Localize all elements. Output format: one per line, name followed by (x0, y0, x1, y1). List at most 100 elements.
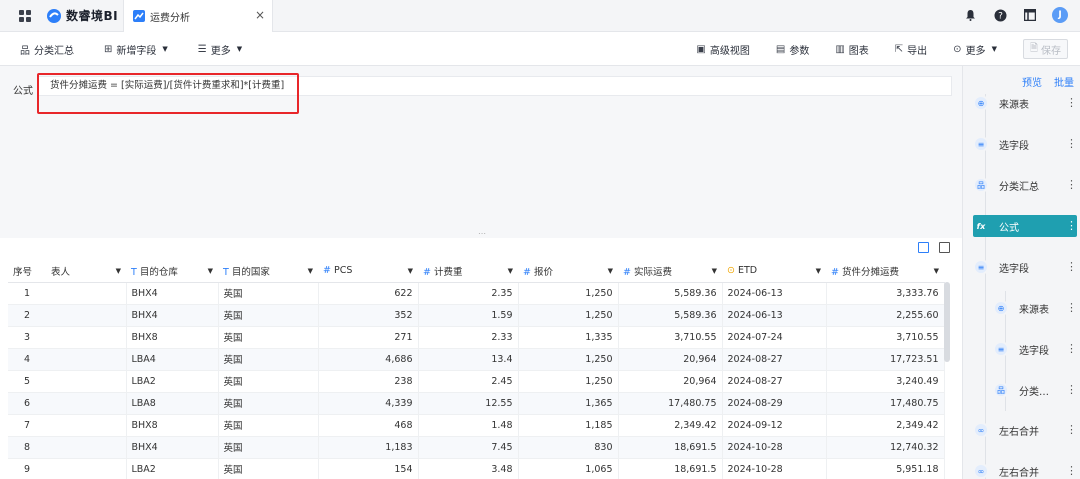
table-cell: 2024-10-28 (722, 458, 827, 479)
more-vertical-icon[interactable]: ⋮ (1066, 423, 1077, 436)
chart-button[interactable]: ▥ 图表 (835, 42, 868, 57)
export-button[interactable]: ⇱ 导出 (895, 42, 927, 57)
table-cell: 2,255.60 (826, 304, 945, 327)
table-cell: 17,723.51 (826, 348, 945, 371)
table-cell: BHX4 (126, 304, 219, 327)
save-button[interactable]: 🗎 保存 (1022, 39, 1068, 59)
table-row[interactable]: 9 LBA2 英国 154 3.48 1,065 18,691.5 2024-10-28 5,9… (8, 458, 945, 479)
column-header-quote[interactable]: # 报价 ▼ (518, 260, 618, 283)
select-field-icon: ≡ (973, 136, 989, 152)
step-node-label: 选字段 (1019, 345, 1049, 357)
column-header-country[interactable]: T 目的国家 ▼ (218, 260, 318, 283)
add-field-button[interactable]: ⊞ 新增字段 ▼ (104, 42, 168, 57)
step-node-7[interactable]: 品分类… ⋮ (993, 379, 1077, 401)
table-cell: BHX4 (126, 436, 219, 459)
group-summary-button[interactable]: 品 分类汇总 (20, 42, 74, 57)
table-row[interactable]: 4 LBA4 英国 4,686 13.4 1,250 20,964 2024-08-27 17,… (8, 348, 945, 371)
table-cell: 1,250 (518, 348, 619, 371)
table-cell: LBA8 (126, 392, 219, 415)
more-vertical-icon[interactable]: ⋮ (1066, 301, 1077, 314)
step-node-1[interactable]: ≡ 选字段 ⋮ (973, 133, 1077, 155)
more-vertical-icon[interactable]: ⋮ (1066, 383, 1077, 396)
column-header-pcs[interactable]: # PCS ▼ (318, 260, 418, 283)
table-row[interactable]: 6 LBA8 英国 4,339 12.55 1,365 17,480.75 2024-08-2… (8, 392, 945, 415)
step-node-6[interactable]: ≡ 选字段 ⋮ (993, 338, 1077, 360)
more-vertical-icon[interactable]: ⋮ (1066, 178, 1077, 191)
table-cell: 2024-10-28 (722, 436, 827, 459)
notification-bell-icon[interactable] (962, 7, 978, 23)
more-vertical-icon[interactable]: ⋮ (1066, 219, 1077, 232)
preview-link[interactable]: 预览 (1022, 74, 1042, 89)
step-node-8[interactable]: ∞ 左右合并 ⋮ (973, 419, 1077, 441)
table-cell: LBA2 (126, 458, 219, 479)
more-vertical-icon[interactable]: ⋮ (1066, 96, 1077, 109)
step-node-label: 选字段 (999, 263, 1029, 275)
resize-handle[interactable]: ⋯ (478, 229, 487, 238)
more-vertical-icon[interactable]: ⋮ (1066, 260, 1077, 273)
table-cell: 2024-08-29 (722, 392, 827, 415)
hierarchy-icon: 品 (973, 177, 989, 193)
column-header-actual-freight[interactable]: # 实际运费 ▼ (618, 260, 722, 283)
caret-down-icon: ▼ (236, 45, 243, 53)
advanced-view-button[interactable]: ▣ 高级视图 (696, 42, 749, 57)
table-cell: 3,710.55 (826, 326, 945, 349)
column-header-warehouse[interactable]: T 目的仓库 ▼ (126, 260, 218, 283)
table-cell: 12.55 (418, 392, 519, 415)
more-vertical-icon[interactable]: ⋮ (1066, 137, 1077, 150)
step-node-9[interactable]: ∞ 左右合并 ⋮ (973, 460, 1077, 479)
table-cell: 154 (318, 458, 419, 479)
column-header-owner[interactable]: 表人 ▼ (46, 260, 126, 283)
svg-text:?: ? (998, 11, 1003, 21)
table-row[interactable]: 3 BHX8 英国 271 2.33 1,335 3,710.55 2024-07-24 3,7… (8, 326, 945, 349)
grid-view-icon[interactable] (939, 242, 950, 253)
table-cell (46, 304, 127, 327)
table-row[interactable]: 7 BHX8 英国 468 1.48 1,185 2,349.42 2024-09-12 2,3… (8, 414, 945, 437)
merge-icon: ∞ (973, 422, 989, 438)
close-icon[interactable]: × (255, 8, 265, 22)
column-header-allocated-freight[interactable]: # 货件分摊运费 ▼ (826, 260, 944, 283)
table-cell: 4 (8, 348, 46, 371)
more-right-button[interactable]: ⊙ 更多 ▼ (953, 42, 997, 57)
table-cell: 2.35 (418, 282, 519, 305)
help-icon[interactable]: ? (992, 7, 1008, 23)
more-vertical-icon[interactable]: ⋮ (1066, 464, 1077, 477)
batch-link[interactable]: 批量 (1054, 74, 1074, 89)
step-node-4[interactable]: ≡ 选字段 ⋮ (973, 256, 1077, 278)
column-header-index: 序号 (8, 260, 46, 283)
table-row[interactable]: 1 BHX4 英国 622 2.35 1,250 5,589.36 2024-06-13 3,3… (8, 282, 945, 305)
table-cell: 8 (8, 436, 46, 459)
apps-grid-icon[interactable] (19, 10, 31, 22)
vertical-scrollbar[interactable] (944, 282, 950, 362)
table-cell: 3,710.55 (618, 326, 723, 349)
table-cell (46, 348, 127, 371)
more-left-button[interactable]: ☰ 更多 ▼ (198, 42, 242, 57)
column-header-etd[interactable]: ⊙ ETD ▼ (722, 260, 826, 283)
step-node-5[interactable]: ⊕ 来源表 ⋮ (993, 297, 1077, 319)
more-vertical-icon[interactable]: ⋮ (1066, 342, 1077, 355)
column-header-chargeable-weight[interactable]: # 计费重 ▼ (418, 260, 518, 283)
table-cell: 830 (518, 436, 619, 459)
table-row[interactable]: 2 BHX4 英国 352 1.59 1,250 5,589.36 2024-06-13 2,2… (8, 304, 945, 327)
step-node-label: 选字段 (999, 140, 1029, 152)
table-row[interactable]: 8 BHX4 英国 1,183 7.45 830 18,691.5 2024-10-28 12,… (8, 436, 945, 459)
table-cell: BHX8 (126, 414, 219, 437)
table-cell: 5,951.18 (826, 458, 945, 479)
text-type-icon: T (223, 266, 229, 278)
params-button[interactable]: ▤ 参数 (776, 42, 809, 57)
table-cell: 3.48 (418, 458, 519, 479)
tab-freight-analysis[interactable]: 运费分析 × (123, 0, 273, 32)
table-view-icon[interactable] (918, 242, 929, 253)
layout-icon[interactable] (1022, 7, 1038, 23)
table-cell (46, 326, 127, 349)
add-field-icon: ⊞ (104, 43, 113, 55)
more-icon: ⊙ (953, 43, 962, 55)
table-cell: 1 (8, 282, 46, 305)
step-node-2[interactable]: 品分类汇总 ⋮ (973, 174, 1077, 196)
avatar[interactable]: J (1052, 7, 1068, 23)
save-icon: 🗎 (1029, 42, 1038, 54)
table-row[interactable]: 5 LBA2 英国 238 2.45 1,250 20,964 2024-08-27 3,240… (8, 370, 945, 393)
step-node-3[interactable]: fx 公式 ⋮ (973, 215, 1077, 237)
table-cell: 2.33 (418, 326, 519, 349)
step-node-0[interactable]: ⊕ 来源表 ⋮ (973, 92, 1077, 114)
table-cell (46, 282, 127, 305)
